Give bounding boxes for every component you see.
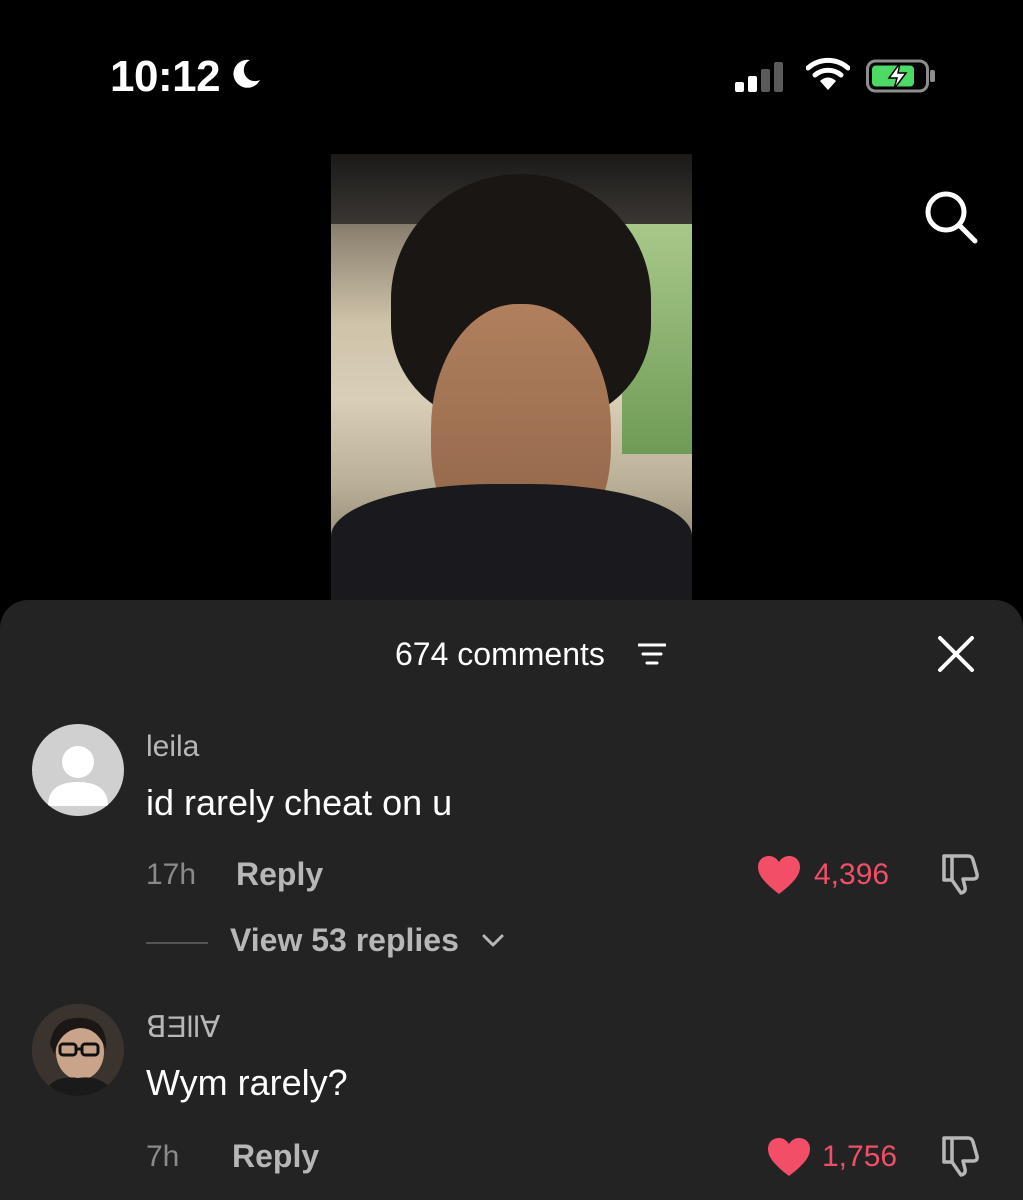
search-icon[interactable] xyxy=(920,186,980,246)
default-avatar-icon xyxy=(48,746,108,806)
reply-button[interactable]: Reply xyxy=(232,1138,319,1175)
video-subject xyxy=(331,484,692,600)
avatar[interactable] xyxy=(32,1004,124,1096)
comment-text: id rarely cheat on u xyxy=(146,782,453,823)
close-icon[interactable] xyxy=(934,632,978,676)
like-count: 1,756 xyxy=(822,1140,898,1173)
like-count: 4,396 xyxy=(814,858,890,891)
thumbs-down-icon[interactable] xyxy=(938,852,982,896)
comment-time: 17h xyxy=(146,858,197,891)
filter-icon[interactable] xyxy=(638,641,666,667)
wifi-icon xyxy=(806,57,850,90)
comment-text: Wym rarely? xyxy=(146,1062,348,1103)
replies-divider xyxy=(146,942,208,944)
video-preview[interactable] xyxy=(331,154,692,600)
status-bar: 10:12 xyxy=(0,0,1023,150)
view-replies-button[interactable]: View 53 replies xyxy=(230,922,459,959)
user-photo-avatar xyxy=(32,1004,124,1096)
heart-icon[interactable] xyxy=(766,1136,812,1178)
chevron-down-icon[interactable] xyxy=(482,934,504,948)
comment-username[interactable]: ꓭƎllⱯ xyxy=(146,1010,220,1045)
reply-button[interactable]: Reply xyxy=(236,856,323,893)
battery-charging-icon xyxy=(866,59,935,93)
cellular-signal-icon xyxy=(735,62,783,92)
comments-count-title: 674 comments xyxy=(395,636,605,672)
comment-time: 7h xyxy=(146,1140,180,1173)
moon-icon xyxy=(233,59,260,88)
avatar[interactable] xyxy=(32,724,124,816)
tiktok-comments-screen: 10:12 674 comments leila id rarely cheat… xyxy=(0,0,1023,1200)
comment-username[interactable]: leila xyxy=(146,730,199,764)
thumbs-down-icon[interactable] xyxy=(938,1134,982,1178)
heart-icon[interactable] xyxy=(756,854,802,896)
status-time: 10:12 xyxy=(110,52,221,101)
comments-sheet xyxy=(0,600,1023,1200)
